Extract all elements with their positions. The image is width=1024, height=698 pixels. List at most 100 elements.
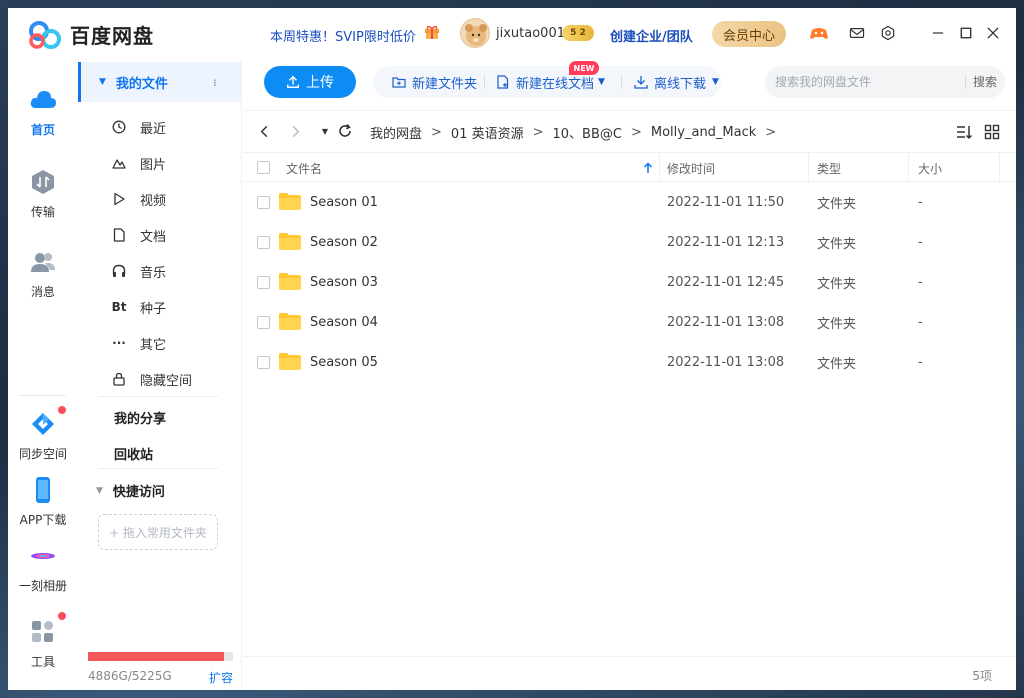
back-arrow-icon[interactable] [255,122,273,140]
row-checkbox[interactable] [257,316,270,329]
file-table-header: 文件名 修改时间 类型 大小 [243,152,1016,183]
expand-storage-link[interactable]: 扩容 [209,669,233,686]
app-logo[interactable]: 百度网盘 [28,20,154,49]
username[interactable]: jixutao001 [496,26,565,41]
column-header-type[interactable]: 类型 [817,153,841,183]
settings-icon[interactable] [877,22,899,44]
nav-home-label: 首页 [30,123,55,137]
level-badge[interactable]: 5 2 [562,25,594,41]
file-size: - [918,354,923,370]
album-icon [31,553,55,559]
svip-promo-link[interactable]: 本周特惠！SVIP限时低价 [270,26,416,45]
category-images[interactable]: 图片 [112,145,166,181]
category-videos[interactable]: 视频 [112,181,166,217]
offline-download-button[interactable]: 离线下载 ▼ [634,66,719,98]
sort-icon[interactable] [955,123,973,141]
file-size: - [918,274,923,290]
table-row[interactable]: Season 01 2022-11-01 11:50 文件夹 - [243,182,1016,222]
recycle-bin-item[interactable]: 回收站 [114,444,153,463]
grid-view-icon[interactable] [983,123,1001,141]
file-size: - [918,314,923,330]
file-name[interactable]: Season 02 [310,222,378,262]
table-row[interactable]: Season 03 2022-11-01 12:45 文件夹 - [243,262,1016,302]
sidebar-divider [98,396,218,397]
search-input[interactable] [775,66,955,98]
quick-access-drop-zone[interactable]: + 拖入常用文件夹 [98,514,218,550]
upload-button[interactable]: 上传 [264,66,356,98]
column-header-size[interactable]: 大小 [918,153,942,183]
breadcrumb-item[interactable]: 01 英语资源 [451,123,524,142]
row-checkbox[interactable] [257,236,270,249]
forward-arrow-icon[interactable] [286,122,304,140]
row-checkbox[interactable] [257,196,270,209]
file-name[interactable]: Season 03 [310,262,378,302]
table-row[interactable]: Season 05 2022-11-01 13:08 文件夹 - [243,342,1016,382]
nav-transfer[interactable]: 传输 [8,168,78,220]
sidebar-divider [98,468,218,469]
column-header-name[interactable]: 文件名 [286,153,322,183]
minimize-button[interactable] [927,22,949,44]
file-name[interactable]: Season 01 [310,182,378,222]
category-images-label: 图片 [140,157,167,173]
gift-icon[interactable] [424,24,440,40]
category-recent[interactable]: 最近 [112,109,166,145]
nav-tools[interactable]: 工具 [8,612,78,670]
nav-home[interactable]: 首页 [8,86,78,138]
left-nav: 首页 传输 消息 同步空间 APP下载 一刻相册 工具 [8,60,78,690]
my-files-header[interactable]: ▼ 我的文件 ··· [78,62,242,102]
avatar-image [465,24,487,46]
column-header-time[interactable]: 修改时间 [667,153,715,183]
nav-album[interactable]: 一刻相册 [8,542,78,594]
toolbar-divider [484,75,485,89]
category-torrents[interactable]: Bt 种子 [112,289,166,325]
search-button[interactable]: 搜索 [973,66,997,98]
my-share-item[interactable]: 我的分享 [114,408,166,427]
game-icon[interactable] [808,22,830,44]
breadcrumb-item[interactable]: 10、BB@C [553,123,622,142]
nav-app-download[interactable]: APP下载 [8,476,78,528]
close-button[interactable] [982,22,1004,44]
breadcrumb-bar: ▼ 我的网盘 > 01 英语资源 > 10、BB@C > Molly_and_M… [243,110,1016,152]
breadcrumb-item[interactable]: 我的网盘 [370,123,422,142]
breadcrumb-item[interactable]: Molly_and_Mack [651,125,756,140]
category-other[interactable]: ··· 其它 [112,325,166,361]
nav-divider [20,395,66,396]
file-name[interactable]: Season 05 [310,342,378,382]
table-row[interactable]: Season 02 2022-11-01 12:13 文件夹 - [243,222,1016,262]
sync-icon [32,413,54,435]
my-files-label: 我的文件 [115,76,168,92]
column-header-time-label: 修改时间 [667,161,716,176]
refresh-icon[interactable] [336,122,354,140]
file-type: 文件夹 [817,236,857,252]
storage-usage-text: 4886G/5225G [88,669,172,683]
table-row[interactable]: Season 04 2022-11-01 13:08 文件夹 - [243,302,1016,342]
title-bar: 百度网盘 本周特惠！SVIP限时低价 jixutao001 5 2 创建企业/团… [8,8,1016,60]
more-icon: ··· [112,336,126,350]
search-box: 搜索 [765,66,1005,98]
nav-sync-space[interactable]: 同步空间 [8,406,78,462]
select-all-checkbox[interactable] [257,161,270,174]
nav-messages[interactable]: 消息 [8,248,78,300]
file-name[interactable]: Season 04 [310,302,378,342]
row-checkbox[interactable] [257,276,270,289]
category-hidden-space-label: 隐藏空间 [140,373,193,389]
file-modified-time: 2022-11-01 13:08 [667,314,785,330]
more-options-icon[interactable]: ··· [206,78,222,85]
history-dropdown-icon[interactable]: ▼ [316,122,334,140]
user-avatar[interactable] [460,18,490,48]
maximize-button[interactable] [955,22,977,44]
caret-down-icon: ▼ [96,485,103,496]
mail-icon[interactable] [846,22,868,44]
sort-ascending-icon[interactable] [643,162,653,174]
category-documents[interactable]: 文档 [112,217,166,253]
quick-access-header[interactable]: ▼ 快捷访问 [96,481,165,500]
new-folder-button[interactable]: 新建文件夹 [392,66,477,98]
create-enterprise-link[interactable]: 创建企业/团队 [610,26,693,45]
vip-center-button[interactable]: 会员中心 [712,21,786,47]
category-music[interactable]: 音乐 [112,253,166,289]
category-videos-label: 视频 [140,193,167,209]
row-checkbox[interactable] [257,356,270,369]
breadcrumb-separator: > [532,125,544,140]
category-hidden-space[interactable]: 隐藏空间 [112,361,192,397]
breadcrumb: 我的网盘 > 01 英语资源 > 10、BB@C > Molly_and_Mac… [370,123,785,142]
